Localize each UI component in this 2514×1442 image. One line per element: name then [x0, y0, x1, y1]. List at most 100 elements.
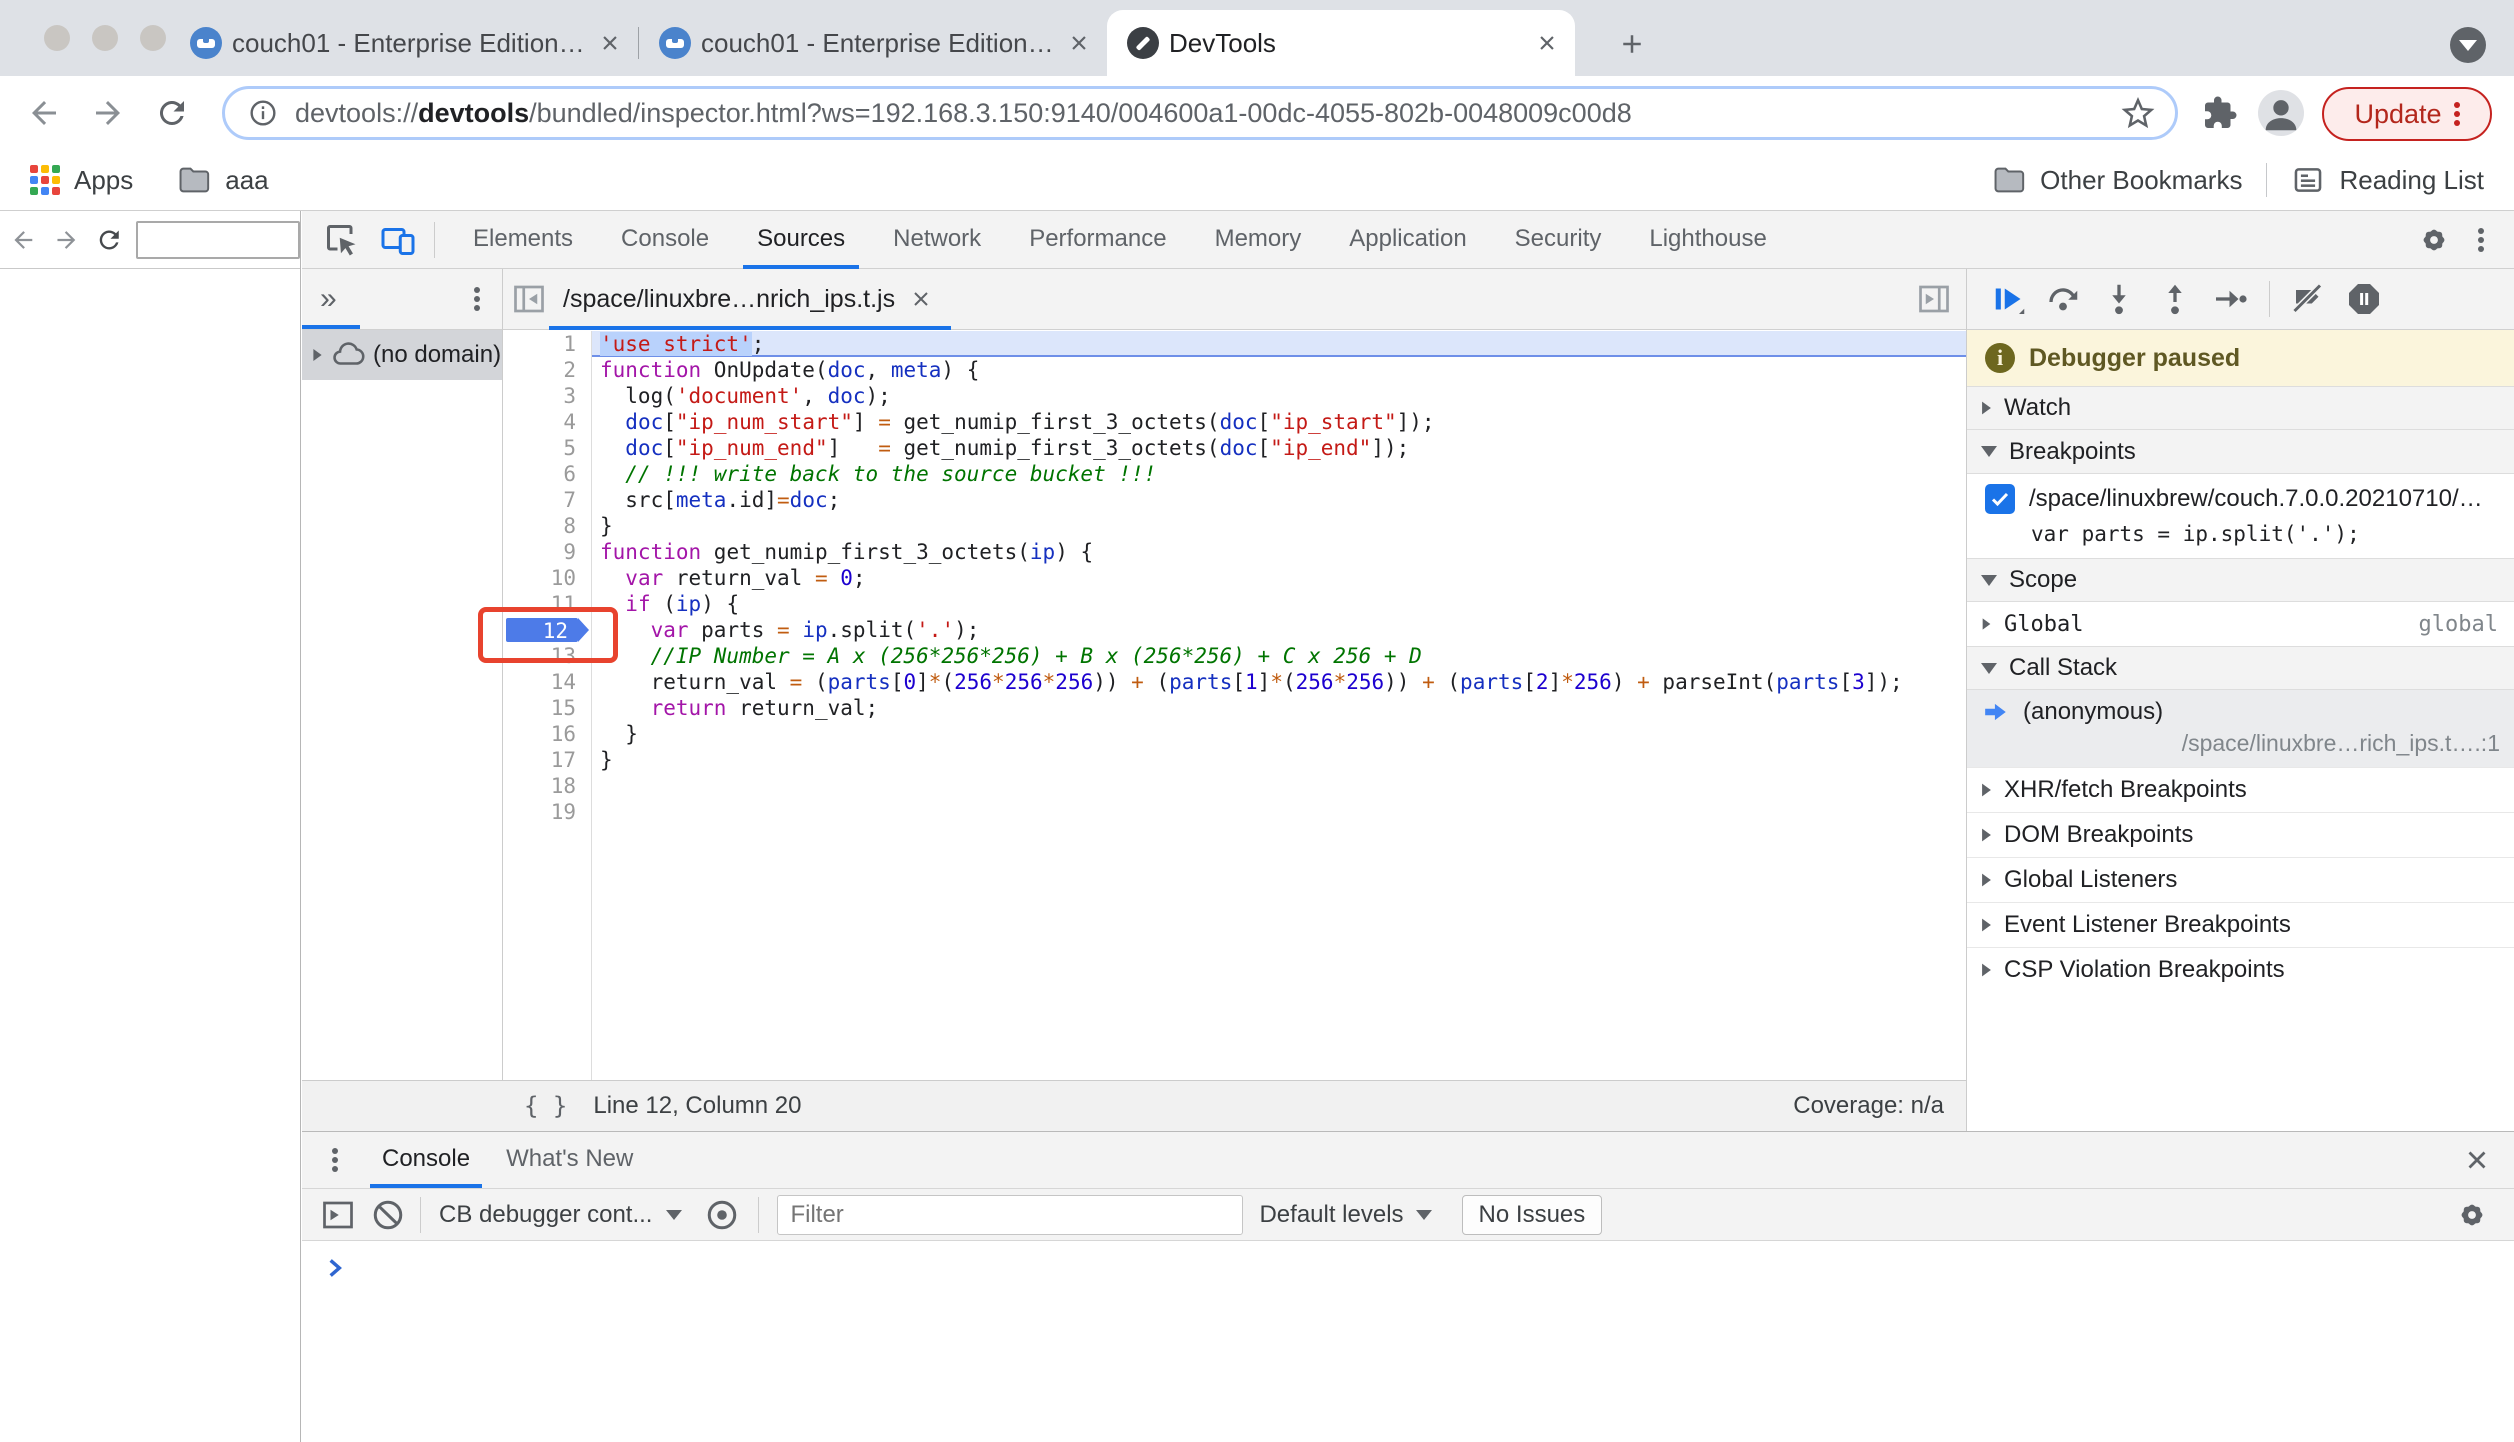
bookmark-star-icon[interactable] [2121, 96, 2155, 130]
call-stack-frame[interactable]: (anonymous) /space/linuxbre…rich_ips.t….… [1967, 690, 2514, 767]
disclosure-triangle-icon[interactable] [1981, 446, 1997, 457]
scope-global-row[interactable]: Global global [1967, 602, 2514, 646]
line-number[interactable]: 15 [503, 695, 592, 721]
code-line[interactable]: 19 [503, 799, 1966, 825]
tab-close-button[interactable] [596, 29, 624, 57]
line-number[interactable]: 13 [503, 643, 592, 669]
resume-script-icon[interactable] [1989, 281, 2025, 317]
tab-search-button[interactable] [2450, 27, 2486, 63]
minimize-window-button[interactable] [92, 25, 118, 51]
code-line[interactable]: 11 if (ip) { [503, 591, 1966, 617]
no-issues-button[interactable]: No Issues [1461, 1194, 1603, 1235]
code-line[interactable]: 2 function OnUpdate(doc, meta) { [503, 357, 1966, 383]
line-number[interactable]: 2 [503, 357, 592, 383]
tab-close-button[interactable] [1533, 29, 1561, 57]
pretty-print-icon[interactable]: { } [524, 1092, 567, 1120]
code-line[interactable]: 12 var parts = ip.split('.'); [503, 617, 1966, 643]
line-number[interactable]: 5 [503, 435, 592, 461]
deactivate-breakpoints-icon[interactable] [2290, 281, 2326, 317]
console-sidebar-icon[interactable] [320, 1197, 356, 1233]
line-number[interactable]: 18 [503, 773, 592, 799]
disclosure-triangle-icon[interactable] [1982, 963, 1991, 977]
code-line[interactable]: 9 function get_numip_first_3_octets(ip) { [503, 539, 1966, 565]
line-number[interactable]: 9 [503, 539, 592, 565]
line-number[interactable]: 14 [503, 669, 592, 695]
disclosure-triangle-icon[interactable] [1981, 662, 1997, 674]
code-line[interactable]: 5 doc["ip_num_end"] = get_numip_first_3_… [503, 435, 1966, 461]
profile-avatar[interactable] [2258, 90, 2304, 136]
close-file-icon[interactable] [909, 287, 933, 311]
page-reload-button[interactable] [95, 224, 124, 256]
line-number[interactable]: 16 [503, 721, 592, 747]
code-line[interactable]: 17} [503, 747, 1966, 773]
console-context-selector[interactable]: CB debugger cont... [439, 1201, 683, 1229]
code-editor-area[interactable]: 1'use strict'; 2 function OnUpdate(doc, me… [478, 331, 1966, 1138]
line-number[interactable]: 4 [503, 409, 592, 435]
panel-tab-memory[interactable]: Memory [1191, 211, 1326, 269]
browser-tab[interactable]: DevTools [1107, 10, 1575, 76]
file-tab[interactable]: /space/linuxbre…nrich_ips.t.js [547, 269, 953, 330]
code-line[interactable]: 1'use strict'; [503, 331, 1966, 357]
code-line[interactable]: 3 log('document', doc); [503, 383, 1966, 409]
line-number[interactable]: 11 [503, 591, 592, 617]
inspect-element-icon[interactable] [324, 222, 360, 258]
disclosure-triangle-icon[interactable] [1982, 828, 1991, 842]
extensions-icon[interactable] [2202, 95, 2238, 131]
panel-tab-application[interactable]: Application [1325, 211, 1490, 269]
drawer-tab-console[interactable]: Console [364, 1132, 488, 1188]
code-line[interactable]: 4 doc["ip_num_start"] = get_numip_first_… [503, 409, 1966, 435]
line-number[interactable]: 17 [503, 747, 592, 773]
panel-tab-sources[interactable]: Sources [733, 211, 869, 269]
section-watch[interactable]: Watch [1967, 386, 2514, 430]
forward-button[interactable] [90, 95, 126, 131]
back-button[interactable] [26, 95, 62, 131]
breakpoint-checkbox[interactable] [1985, 484, 2015, 514]
reading-list[interactable]: Reading List [2291, 163, 2484, 197]
clear-console-icon[interactable] [370, 1197, 406, 1233]
other-bookmarks[interactable]: Other Bookmarks [1992, 163, 2242, 197]
code-line[interactable]: 18 [503, 773, 1966, 799]
bookmark-apps[interactable]: Apps [30, 165, 133, 196]
disclosure-triangle-icon[interactable] [1982, 918, 1991, 932]
code-line[interactable]: 10 var return_val = 0; [503, 565, 1966, 591]
breakpoint-tag[interactable]: 12 [506, 618, 589, 643]
tab-close-button[interactable] [1065, 29, 1093, 57]
step-icon[interactable] [2213, 281, 2249, 317]
line-number[interactable]: 7 [503, 487, 592, 513]
step-into-icon[interactable] [2101, 281, 2137, 317]
code-line[interactable]: 8} [503, 513, 1966, 539]
disclosure-triangle-icon[interactable] [1981, 574, 1997, 586]
log-levels-dropdown[interactable]: Default levels [1259, 1201, 1432, 1229]
breakpoint-entry[interactable]: /space/linuxbrew/couch.7.0.0.20210710/… … [1967, 474, 2514, 558]
step-out-icon[interactable] [2157, 281, 2193, 317]
line-number[interactable]: 6 [503, 461, 592, 487]
line-number[interactable]: 1 [503, 331, 592, 357]
code-line[interactable]: 13 //IP Number = A x (256*256*256) + B x… [503, 643, 1966, 669]
panel-tab-network[interactable]: Network [869, 211, 1005, 269]
navigator-item-no-domain[interactable]: (no domain) [302, 330, 502, 380]
code-line[interactable]: 14 return_val = (parts[0]*(256*256*256))… [503, 669, 1966, 695]
overflow-tabs-icon[interactable]: » [320, 282, 337, 316]
disclosure-triangle-icon[interactable] [1982, 618, 1991, 630]
line-number[interactable]: 10 [503, 565, 592, 591]
close-drawer-icon[interactable] [2462, 1145, 2492, 1175]
address-bar[interactable]: devtools://devtools/bundled/inspector.ht… [222, 86, 2178, 140]
pause-on-exceptions-icon[interactable] [2346, 281, 2382, 317]
section-xhr-fetch-breakpoints[interactable]: XHR/fetch Breakpoints [1967, 767, 2514, 812]
browser-tab[interactable]: couch01 - Enterprise Edition 7. [639, 10, 1107, 76]
zoom-window-button[interactable] [140, 25, 166, 51]
disclosure-triangle-icon[interactable] [313, 349, 322, 361]
browser-tab[interactable]: couch01 - Enterprise Edition 7. [170, 10, 638, 76]
page-address-input[interactable] [135, 220, 300, 259]
panel-tab-performance[interactable]: Performance [1005, 211, 1190, 269]
drawer-menu-icon[interactable] [332, 1157, 338, 1163]
panel-tab-lighthouse[interactable]: Lighthouse [1625, 211, 1790, 269]
code-line[interactable]: 16 } [503, 721, 1966, 747]
page-forward-button[interactable] [53, 225, 80, 255]
section-scope[interactable]: Scope [1967, 558, 2514, 602]
devtools-menu-icon[interactable] [2478, 236, 2484, 243]
panel-tab-elements[interactable]: Elements [449, 211, 597, 269]
line-number[interactable]: 8 [503, 513, 592, 539]
device-toolbar-icon[interactable] [380, 222, 416, 258]
section-dom-breakpoints[interactable]: DOM Breakpoints [1967, 812, 2514, 857]
